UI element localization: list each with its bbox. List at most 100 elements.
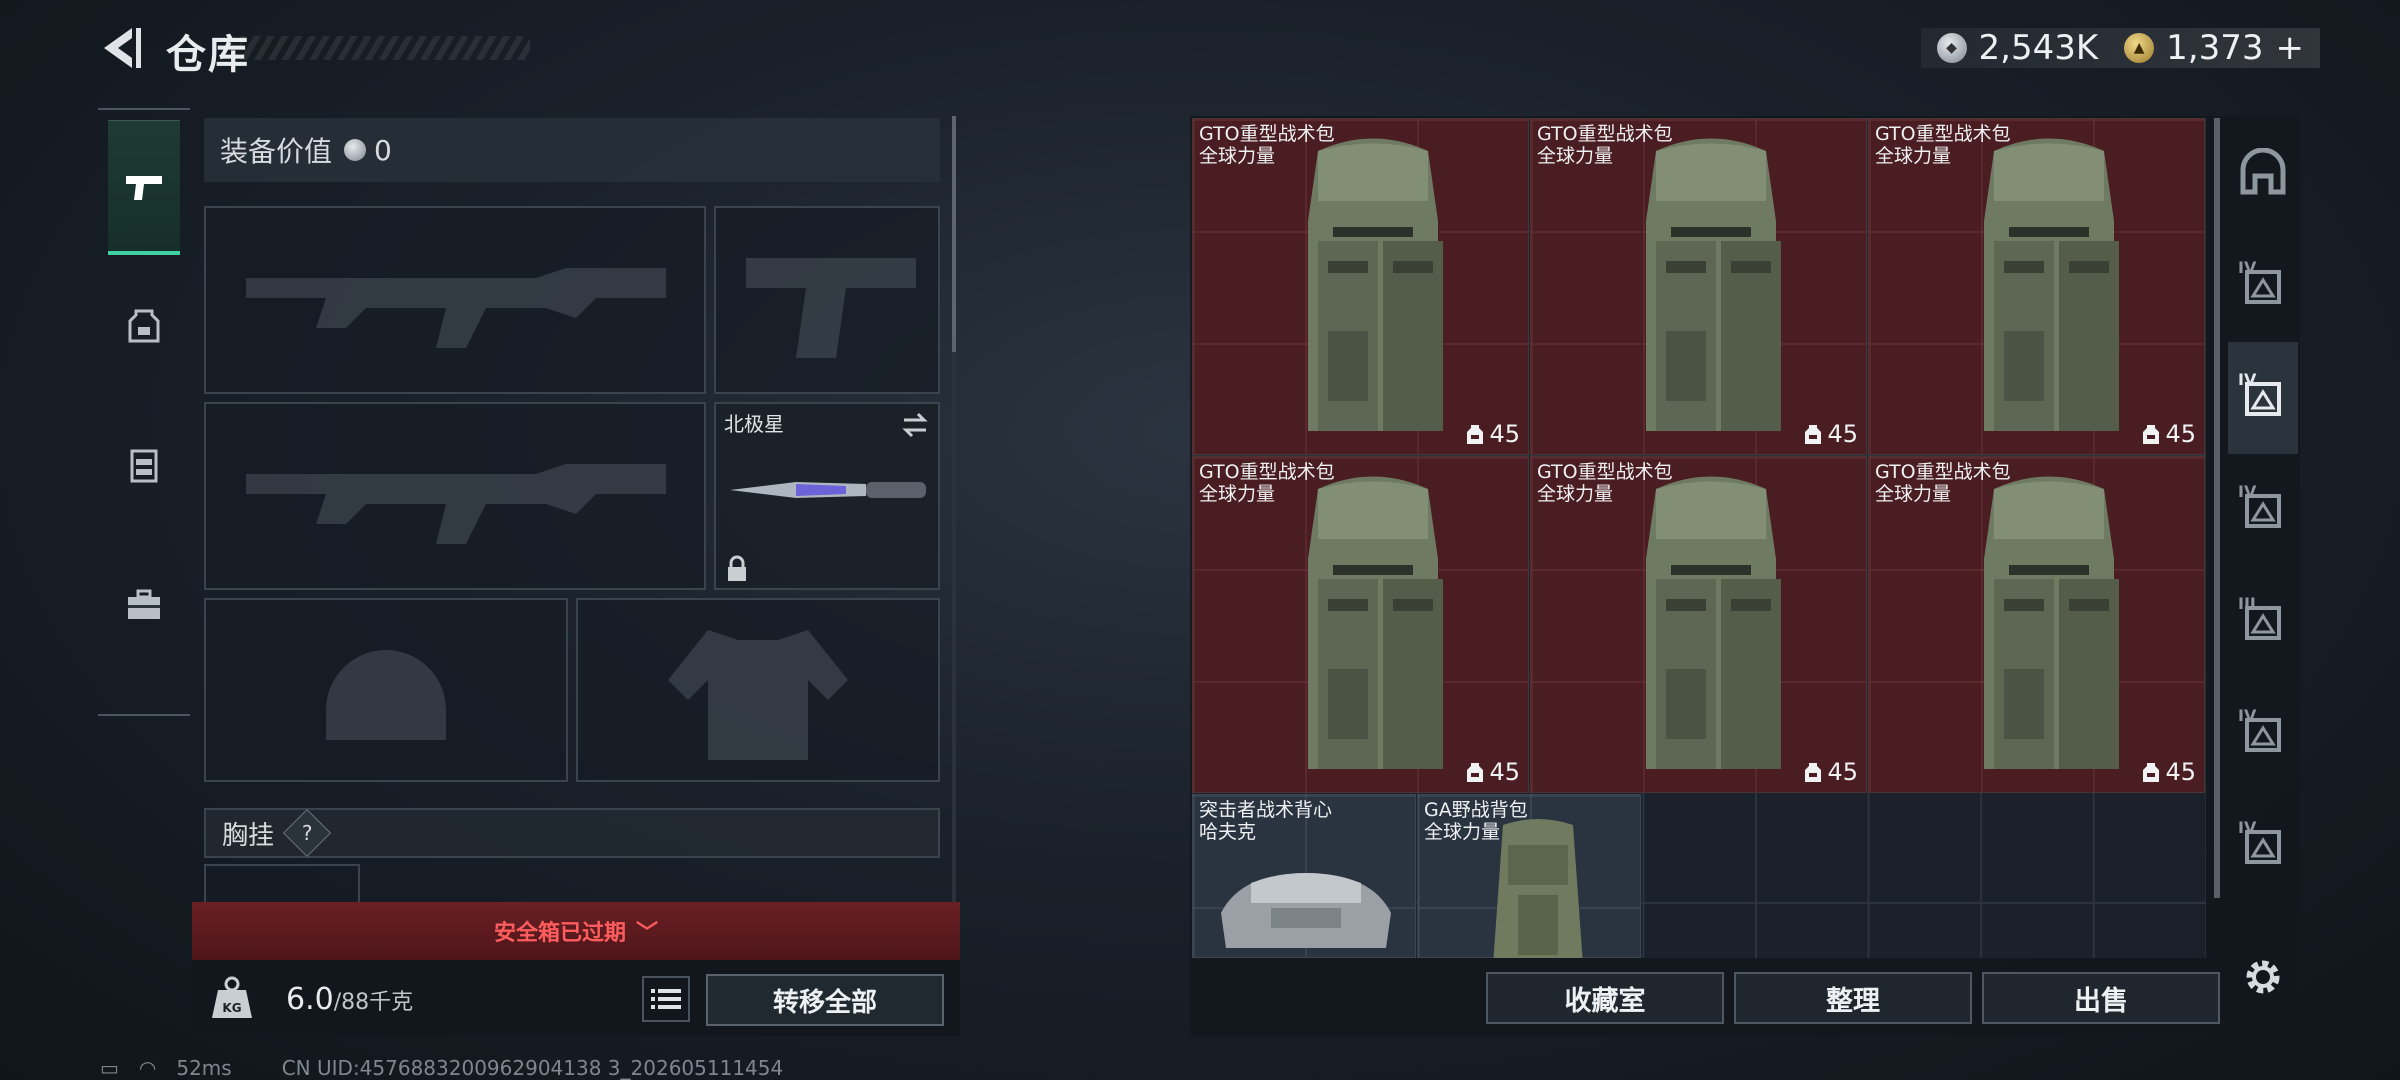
item-brand: 哈夫克 bbox=[1199, 821, 1257, 843]
category-level: IV bbox=[2238, 370, 2257, 389]
category-backpack-level[interactable]: IV bbox=[2228, 342, 2298, 454]
item-capacity: 45 bbox=[1803, 758, 1858, 786]
left-scrollbar[interactable] bbox=[952, 116, 956, 352]
knife-image bbox=[730, 482, 926, 498]
melee-slot[interactable]: 北极星 bbox=[714, 402, 940, 590]
pistol-icon bbox=[126, 176, 162, 200]
back-arrow-icon[interactable] bbox=[96, 22, 144, 74]
category-level: IV bbox=[2238, 818, 2257, 837]
storage-item[interactable]: GTO重型战术包 全球力量 45 bbox=[1868, 456, 2205, 793]
backpack-image bbox=[1984, 138, 2119, 431]
list-icon bbox=[651, 989, 681, 1009]
equipment-tabs bbox=[98, 108, 190, 716]
storage-item[interactable]: GTO重型战术包 全球力量 45 bbox=[1530, 456, 1867, 793]
secondary-weapon-slot[interactable] bbox=[714, 206, 940, 394]
vest-icon bbox=[130, 449, 158, 483]
wifi-icon: ◠ bbox=[138, 1056, 157, 1080]
weight-max: /88千克 bbox=[333, 990, 414, 1015]
backpack-image bbox=[1646, 138, 1781, 431]
tab-weapons[interactable] bbox=[108, 120, 180, 255]
safebox-expired-banner[interactable]: 安全箱已过期 ﹀ bbox=[192, 902, 960, 960]
primary-weapon-slot[interactable] bbox=[204, 206, 706, 394]
category-armor-level[interactable]: IV bbox=[2228, 230, 2298, 342]
item-title: GTO重型战术包 bbox=[1537, 123, 1673, 145]
category-rig-level[interactable]: IV bbox=[2228, 454, 2298, 566]
storage-item[interactable]: GTO重型战术包 全球力量 45 bbox=[1192, 118, 1529, 455]
item-brand: 全球力量 bbox=[1424, 821, 1501, 843]
help-icon: ? bbox=[301, 821, 313, 845]
chest-rig-header: 胸挂 ? bbox=[204, 808, 940, 858]
storage-scrollbar[interactable] bbox=[2214, 118, 2220, 898]
item-title: GTO重型战术包 bbox=[1875, 461, 2011, 483]
item-title: GTO重型战术包 bbox=[1199, 461, 1335, 483]
category-sidebar: IV IV IV III IV IV bbox=[2228, 118, 2298, 958]
tab-case[interactable] bbox=[108, 540, 180, 670]
storage-item[interactable]: GA野战背包 全球力量 bbox=[1417, 794, 1641, 958]
storage-item[interactable]: 突击者战术背心 哈夫克 bbox=[1192, 794, 1416, 958]
lock-icon bbox=[728, 555, 746, 581]
backpack-image bbox=[1308, 476, 1443, 769]
sort-button[interactable]: 整理 bbox=[1734, 972, 1972, 1024]
helmet-silhouette-icon bbox=[326, 650, 446, 740]
storage-item[interactable]: GTO重型战术包 全球力量 45 bbox=[1530, 118, 1867, 455]
backpack-icon bbox=[128, 309, 160, 343]
sell-button[interactable]: 出售 bbox=[1982, 972, 2220, 1024]
item-image bbox=[1221, 873, 1391, 948]
tab-rig[interactable] bbox=[108, 400, 180, 530]
help-button[interactable]: ? bbox=[282, 808, 332, 858]
equipment-value-label: 装备价值 bbox=[220, 135, 333, 168]
backpack-image bbox=[1308, 138, 1443, 431]
capacity-value: 45 bbox=[1489, 420, 1520, 448]
backpack-capacity-icon bbox=[1467, 763, 1484, 782]
primary-weapon-slot-2[interactable] bbox=[204, 402, 706, 590]
category-home[interactable] bbox=[2228, 118, 2298, 230]
silver-amount: 2,543K bbox=[1978, 28, 2099, 68]
item-title: 突击者战术背心 bbox=[1199, 799, 1333, 821]
capacity-value: 45 bbox=[1827, 420, 1858, 448]
silver-coin-icon bbox=[344, 139, 367, 161]
weight-kg-icon: KG bbox=[212, 976, 252, 1018]
item-brand: 全球力量 bbox=[1199, 483, 1276, 505]
capacity-value: 45 bbox=[1489, 758, 1520, 786]
helmet-slot[interactable] bbox=[204, 598, 568, 782]
title-decoration bbox=[240, 36, 530, 60]
swap-icon[interactable] bbox=[900, 410, 930, 440]
transfer-all-button[interactable]: 转移全部 bbox=[706, 974, 944, 1026]
chest-rig-slot[interactable] bbox=[204, 864, 360, 904]
armor-silhouette-icon bbox=[668, 630, 848, 760]
currency-bar: ◆ 2,543K ▲ 1,373 + bbox=[1920, 28, 2320, 68]
item-name: GTO重型战术包 全球力量 bbox=[1199, 123, 1335, 167]
capacity-value: 45 bbox=[2165, 420, 2196, 448]
item-brand: 全球力量 bbox=[1875, 483, 1952, 505]
item-title: GA野战背包 bbox=[1424, 799, 1528, 821]
status-bar: ▭ ◠ 52ms CN UID:4576883200962904138 3_20… bbox=[100, 1056, 783, 1080]
item-brand: 全球力量 bbox=[1875, 145, 1952, 167]
backpack-image bbox=[1984, 476, 2119, 769]
pistol-silhouette-icon bbox=[746, 258, 916, 358]
capacity-value: 45 bbox=[1827, 758, 1858, 786]
collection-room-button[interactable]: 收藏室 bbox=[1486, 972, 1724, 1024]
storage-item[interactable]: GTO重型战术包 全球力量 45 bbox=[1868, 118, 2205, 455]
gear-icon[interactable] bbox=[2238, 952, 2288, 1002]
item-brand: 全球力量 bbox=[1537, 483, 1614, 505]
weight-readout: 6.0/88千克 bbox=[286, 982, 413, 1017]
page-title: 仓库 bbox=[166, 32, 250, 78]
armor-slot[interactable] bbox=[576, 598, 940, 782]
list-view-button[interactable] bbox=[642, 976, 690, 1022]
category-rifle-level[interactable]: III bbox=[2228, 566, 2298, 678]
item-title: GTO重型战术包 bbox=[1875, 123, 2011, 145]
gold-coin-icon: ▲ bbox=[2124, 33, 2155, 63]
item-title: GTO重型战术包 bbox=[1199, 123, 1335, 145]
category-level: IV bbox=[2238, 258, 2257, 277]
storage-item[interactable]: GTO重型战术包 全球力量 45 bbox=[1192, 456, 1529, 793]
category-helmet-level[interactable]: IV bbox=[2228, 790, 2298, 902]
chest-rig-label: 胸挂 bbox=[222, 820, 275, 851]
melee-name: 北极星 bbox=[724, 412, 784, 436]
equipment-value-bar: 装备价值 0 bbox=[204, 118, 940, 182]
item-name: GA野战背包 全球力量 bbox=[1424, 799, 1528, 843]
tab-gear[interactable] bbox=[108, 260, 180, 390]
backpack-capacity-icon bbox=[1805, 425, 1822, 444]
category-pistol-level[interactable]: IV bbox=[2228, 678, 2298, 790]
item-brand: 全球力量 bbox=[1199, 145, 1276, 167]
add-currency-button[interactable]: + bbox=[2276, 28, 2305, 68]
